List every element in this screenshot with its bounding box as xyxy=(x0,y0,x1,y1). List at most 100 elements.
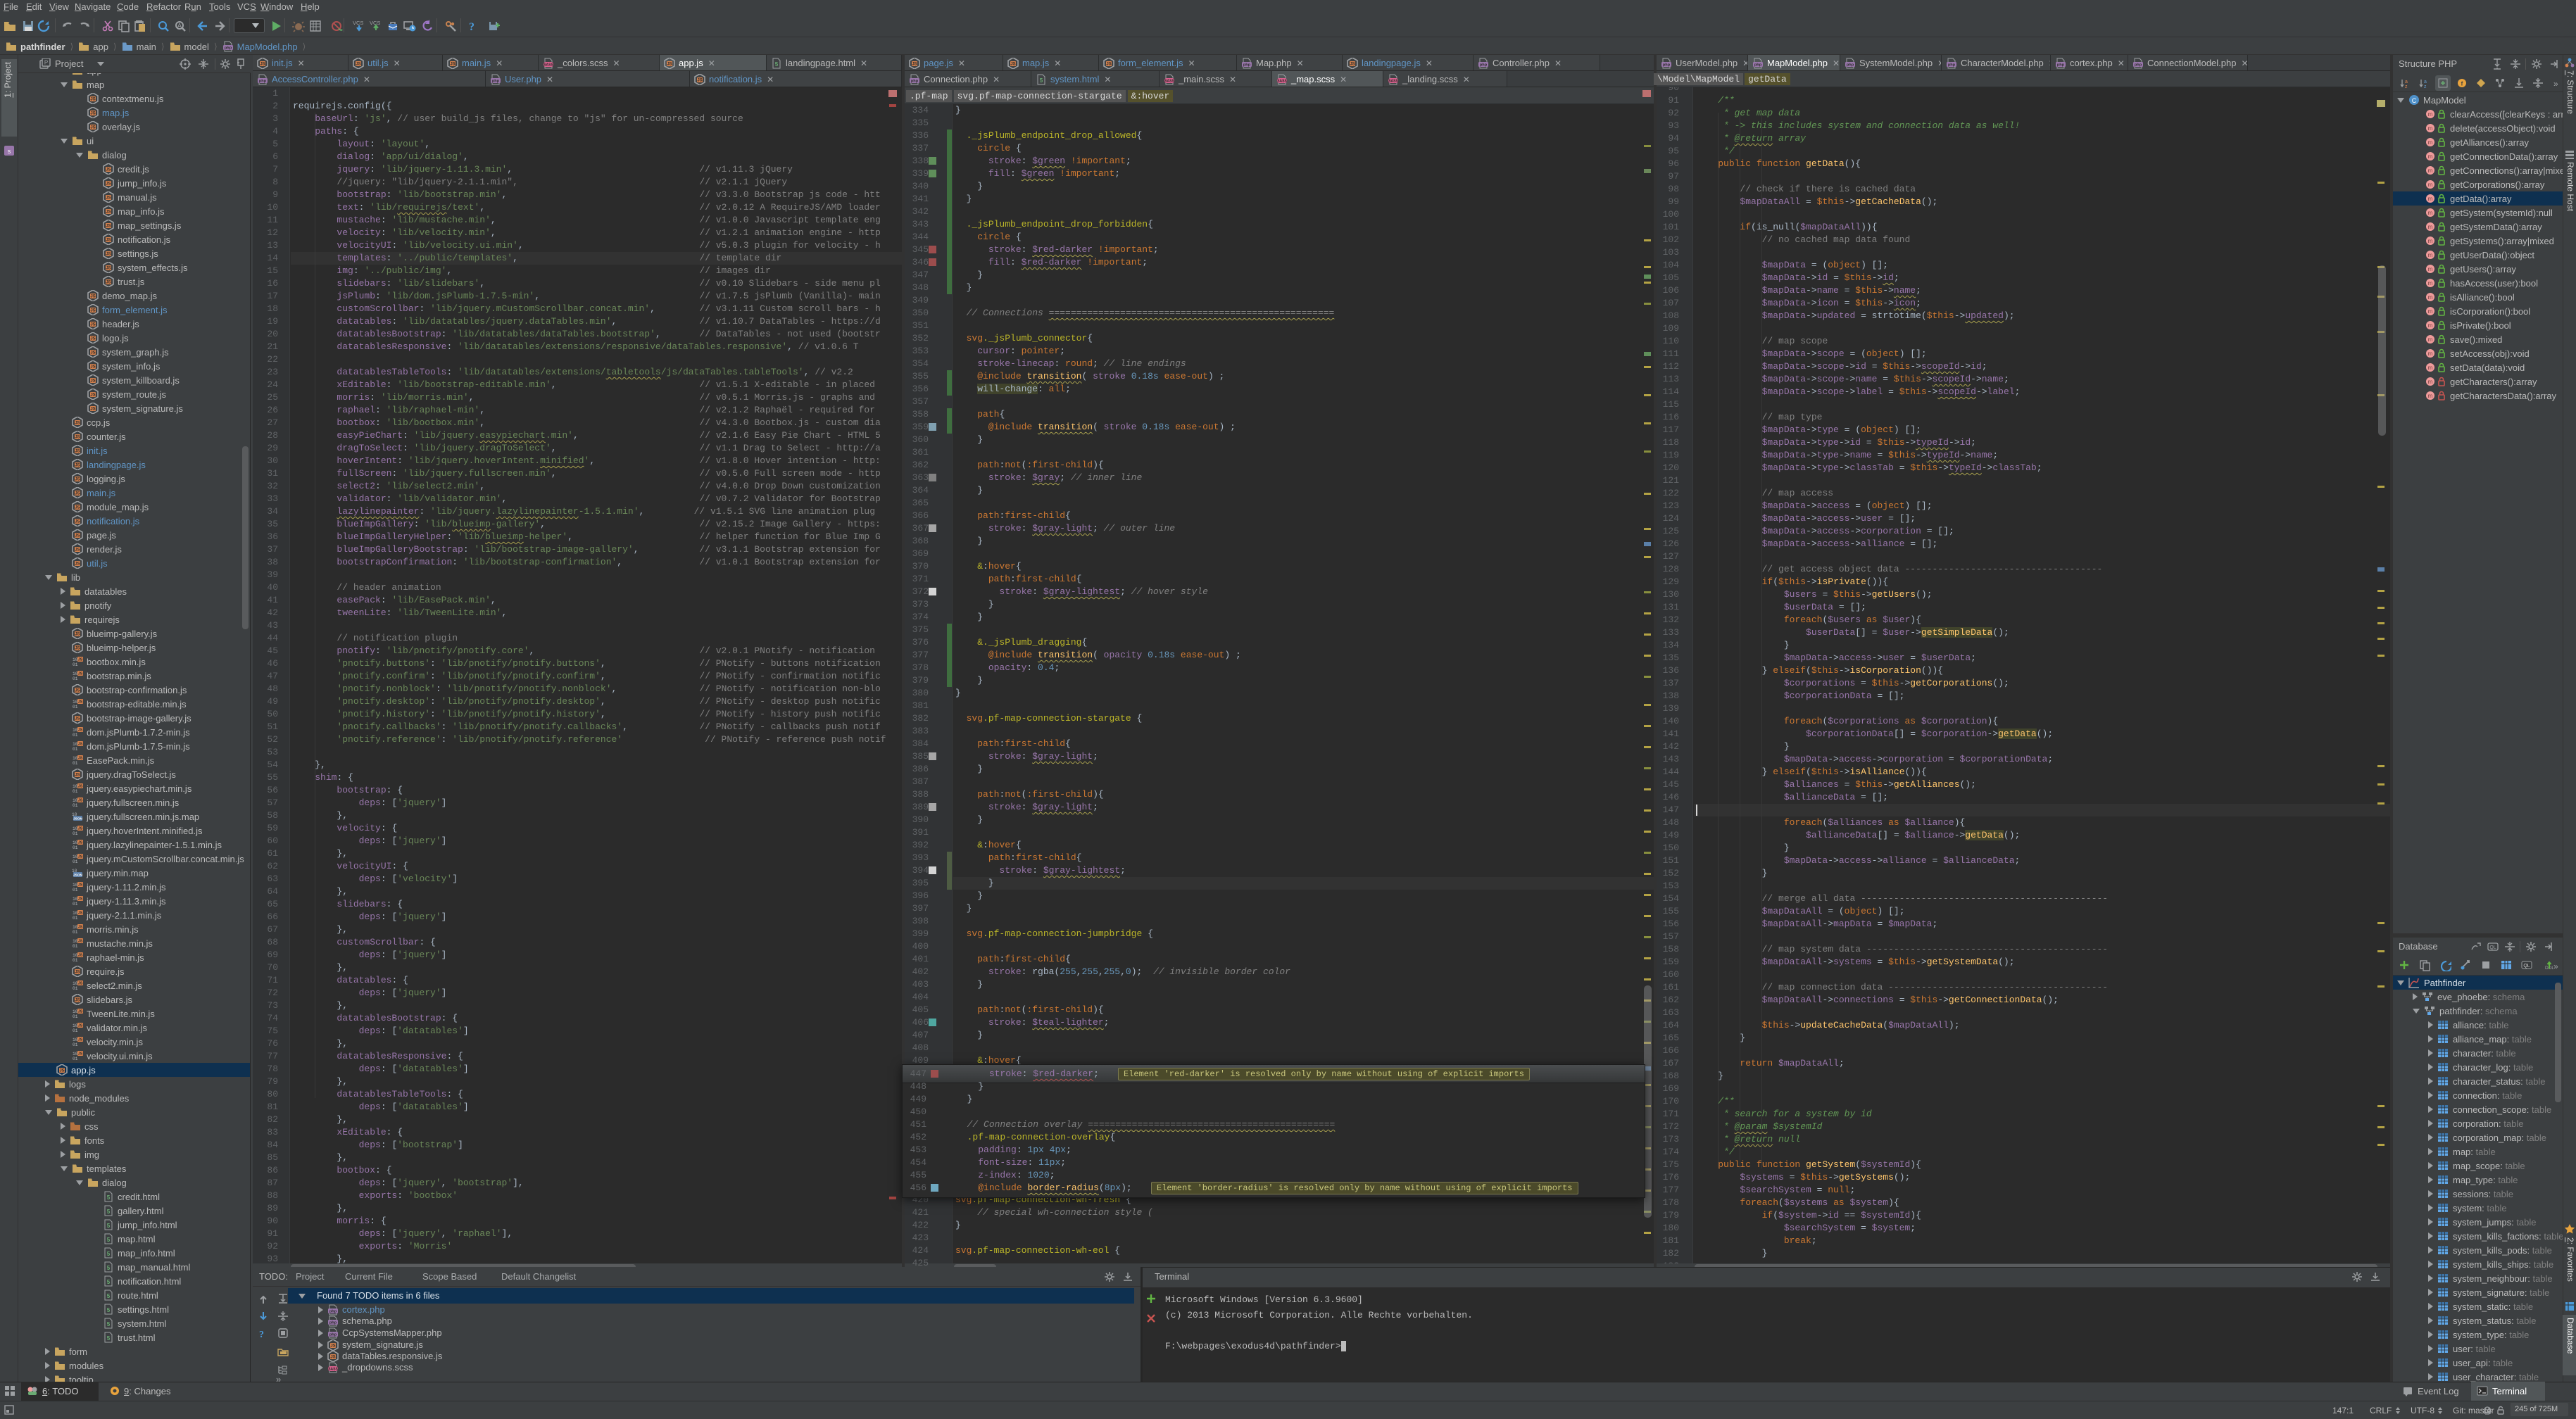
svg-text:JS: JS xyxy=(1106,62,1111,66)
svg-text:JS: JS xyxy=(90,379,95,384)
svg-text:10: 10 xyxy=(73,925,78,930)
svg-text:01: 01 xyxy=(73,676,78,681)
svg-text:m: m xyxy=(2428,322,2433,329)
svg-text:JS: JS xyxy=(78,940,83,944)
svg-text:JSON: JSON xyxy=(73,874,83,878)
svg-text:JS: JS xyxy=(78,926,83,930)
svg-text:php: php xyxy=(2057,63,2065,67)
svg-text:VCS: VCS xyxy=(370,20,380,26)
svg-text:10: 10 xyxy=(73,897,78,902)
svg-text:JS: JS xyxy=(106,182,111,187)
svg-text:JS: JS xyxy=(78,912,83,916)
svg-text:10: 10 xyxy=(73,883,78,888)
svg-text:JS: JS xyxy=(106,225,111,229)
svg-text:?: ? xyxy=(259,1330,264,1339)
svg-text:JS: JS xyxy=(1010,62,1015,66)
svg-text:JS: JS xyxy=(75,450,80,454)
svg-text:5: 5 xyxy=(107,1194,111,1201)
svg-text:JS: JS xyxy=(75,436,80,440)
svg-text:5: 5 xyxy=(107,1307,111,1313)
svg-text:a: a xyxy=(2405,80,2408,84)
svg-text:JS: JS xyxy=(75,647,80,651)
svg-text:php: php xyxy=(1754,63,1762,67)
svg-text:10: 10 xyxy=(73,854,78,859)
svg-text:JS: JS xyxy=(90,365,95,370)
svg-text:JS: JS xyxy=(78,855,83,859)
svg-text:z: z xyxy=(2405,84,2408,89)
svg-text:5: 5 xyxy=(107,1321,111,1327)
svg-text:01: 01 xyxy=(73,789,78,794)
svg-text:m: m xyxy=(2428,238,2433,244)
svg-text:01: 01 xyxy=(73,831,78,836)
svg-text:QL: QL xyxy=(2489,945,2496,950)
svg-text:01: 01 xyxy=(73,958,78,963)
svg-text:10: 10 xyxy=(73,728,78,733)
svg-text:10: 10 xyxy=(73,742,78,747)
svg-text:php: php xyxy=(329,1320,337,1325)
svg-text:SASS: SASS xyxy=(544,63,553,67)
svg-text:10: 10 xyxy=(73,1038,78,1042)
svg-text:JS: JS xyxy=(90,351,95,355)
svg-text:m: m xyxy=(2428,351,2433,357)
svg-text:JS: JS xyxy=(90,323,95,327)
svg-text:JS: JS xyxy=(330,1355,335,1359)
svg-text:JSON: JSON xyxy=(73,817,83,821)
svg-text:10: 10 xyxy=(73,1009,78,1014)
svg-text:m: m xyxy=(2428,111,2433,118)
svg-text:php: php xyxy=(492,79,500,83)
svg-text:JS: JS xyxy=(75,464,80,468)
svg-text:m: m xyxy=(2428,196,2433,202)
svg-text:5: 5 xyxy=(107,1251,111,1257)
svg-text:JS: JS xyxy=(75,422,80,426)
svg-text:10: 10 xyxy=(73,657,78,662)
svg-text:JS: JS xyxy=(106,281,111,285)
svg-text:JS: JS xyxy=(78,883,83,888)
svg-text:JS: JS xyxy=(1350,62,1355,66)
svg-text:m: m xyxy=(2428,182,2433,188)
svg-text:JS: JS xyxy=(75,689,80,693)
svg-text:10: 10 xyxy=(73,1023,78,1028)
svg-text:5: 5 xyxy=(107,1237,111,1243)
svg-text:JS: JS xyxy=(90,309,95,313)
svg-text:01: 01 xyxy=(73,705,78,710)
svg-text:SASS: SASS xyxy=(1164,79,1174,83)
svg-text:JS: JS xyxy=(78,672,83,676)
svg-text:php: php xyxy=(2135,63,2142,67)
svg-text:10: 10 xyxy=(73,840,78,845)
svg-text:JS: JS xyxy=(106,168,111,172)
svg-text:JS: JS xyxy=(697,78,702,82)
svg-text:JS: JS xyxy=(75,520,80,524)
svg-text:SASS: SASS xyxy=(1388,79,1398,83)
svg-text:m: m xyxy=(2428,393,2433,399)
svg-text:JS: JS xyxy=(912,62,917,66)
svg-text:JS: JS xyxy=(75,971,80,975)
svg-text:01: 01 xyxy=(73,859,78,864)
svg-text:php: php xyxy=(1480,63,1488,67)
svg-text:JS: JS xyxy=(78,1024,83,1028)
svg-text:10: 10 xyxy=(73,1052,78,1057)
svg-text:JS: JS xyxy=(75,492,80,496)
svg-text:5: 5 xyxy=(107,1335,111,1342)
svg-text:01: 01 xyxy=(73,747,78,752)
svg-text:JS: JS xyxy=(330,1344,335,1348)
svg-text:f: f xyxy=(2461,81,2463,87)
svg-text:JS: JS xyxy=(59,1069,64,1073)
svg-text:01: 01 xyxy=(73,902,78,907)
svg-text:JS: JS xyxy=(75,633,80,637)
svg-text:JS: JS xyxy=(90,295,95,299)
svg-text:10: 10 xyxy=(73,671,78,676)
svg-text:php: php xyxy=(911,79,919,83)
svg-text:01: 01 xyxy=(73,986,78,991)
svg-text:JS: JS xyxy=(75,534,80,538)
svg-text:JS: JS xyxy=(78,841,83,845)
svg-text:JS: JS xyxy=(90,126,95,130)
svg-text:10: 10 xyxy=(73,700,78,705)
svg-text:JS: JS xyxy=(260,62,265,66)
svg-text:01: 01 xyxy=(73,944,78,949)
svg-text:JS: JS xyxy=(78,1038,83,1042)
svg-text:php: php xyxy=(1663,63,1671,67)
svg-text:JS: JS xyxy=(450,62,455,66)
svg-text:JS: JS xyxy=(78,982,83,986)
svg-text:m: m xyxy=(2428,365,2433,371)
svg-text:10: 10 xyxy=(73,911,78,916)
